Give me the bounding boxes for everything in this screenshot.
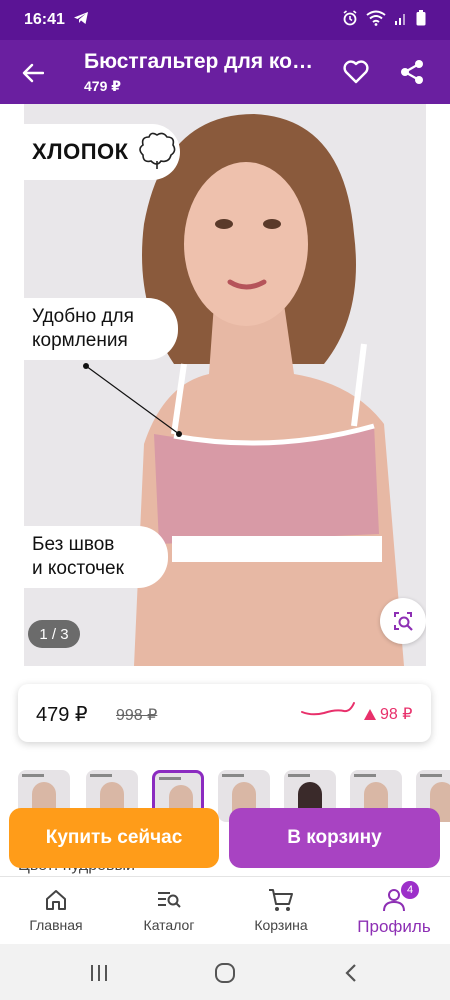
label-feeding-line2: кормления — [32, 330, 128, 351]
add-to-cart-button[interactable]: В корзину — [229, 808, 440, 868]
share-button[interactable] — [396, 56, 428, 88]
image-search-button[interactable] — [380, 598, 426, 644]
nav-label: Профиль — [357, 917, 431, 936]
home-system-button[interactable] — [210, 958, 240, 988]
nav-item-catalog[interactable]: Каталог — [114, 887, 224, 943]
notification-badge: 4 — [401, 881, 419, 899]
price-trend-sparkline — [301, 702, 355, 716]
wifi-icon — [366, 10, 386, 31]
back-button[interactable] — [18, 58, 48, 88]
favorite-button[interactable] — [340, 56, 372, 88]
label-seams-line1: Без швов — [32, 534, 115, 555]
home-circle-icon — [215, 963, 235, 983]
price-old: 998 ₽ — [116, 707, 158, 724]
nav-item-cart[interactable]: Корзина — [226, 887, 336, 943]
nav-label: Главная — [29, 917, 83, 933]
label-no-seams: Без швов и косточек — [24, 526, 168, 588]
price-card[interactable]: 479 ₽ 998 ₽ 98 ₽ — [18, 684, 431, 742]
signal-icon — [394, 11, 408, 30]
triangle-up-icon — [364, 708, 376, 720]
back-system-button[interactable] — [336, 958, 366, 988]
system-navigation-bar — [0, 944, 450, 1000]
nav-label: Каталог — [143, 917, 195, 933]
catalog-search-icon — [158, 892, 181, 908]
nav-label: Корзина — [254, 917, 308, 933]
price-change-value: 98 ₽ — [380, 706, 413, 723]
arrow-left-icon — [22, 63, 44, 83]
label-feeding: Удобно для кормления — [24, 298, 178, 360]
battery-icon — [416, 9, 426, 31]
product-image-gallery[interactable]: ХЛОПОК Удобно для кормления Без швов и к… — [24, 104, 426, 666]
page-subtitle-price: 479 ₽ — [84, 78, 121, 94]
recent-apps-icon — [91, 965, 107, 981]
image-page-indicator: 1 / 3 — [28, 620, 80, 648]
price-change: 98 ₽ — [364, 704, 412, 724]
telegram-icon — [73, 11, 89, 30]
chevron-left-icon — [345, 964, 356, 982]
share-icon — [401, 60, 423, 84]
label-cotton: ХЛОПОК — [24, 124, 180, 180]
label-feeding-line1: Удобно для — [32, 306, 134, 327]
home-icon — [46, 890, 66, 910]
nav-item-profile[interactable]: 4 Профиль — [339, 881, 449, 943]
image-search-icon — [394, 612, 413, 631]
recent-apps-button[interactable] — [84, 958, 114, 988]
heart-icon — [343, 60, 369, 84]
status-time: 16:41 — [24, 11, 65, 28]
page-title: Бюстгальтер для кормления — [84, 50, 314, 73]
buy-now-button[interactable]: Купить сейчас — [9, 808, 219, 868]
alarm-icon — [342, 9, 358, 31]
status-bar: 16:41 — [0, 0, 450, 40]
label-seams-line2: и косточек — [32, 558, 124, 579]
app-bar: Бюстгальтер для кормления 479 ₽ — [0, 40, 450, 104]
label-cotton-text: ХЛОПОК — [32, 139, 129, 164]
nav-item-home[interactable]: Главная — [1, 887, 111, 943]
cotton-flower-icon — [135, 127, 179, 177]
cart-icon — [269, 889, 293, 911]
price-current: 479 ₽ — [36, 704, 88, 726]
bottom-navigation: Главная Каталог Корзина 4 Профиль — [0, 876, 450, 944]
